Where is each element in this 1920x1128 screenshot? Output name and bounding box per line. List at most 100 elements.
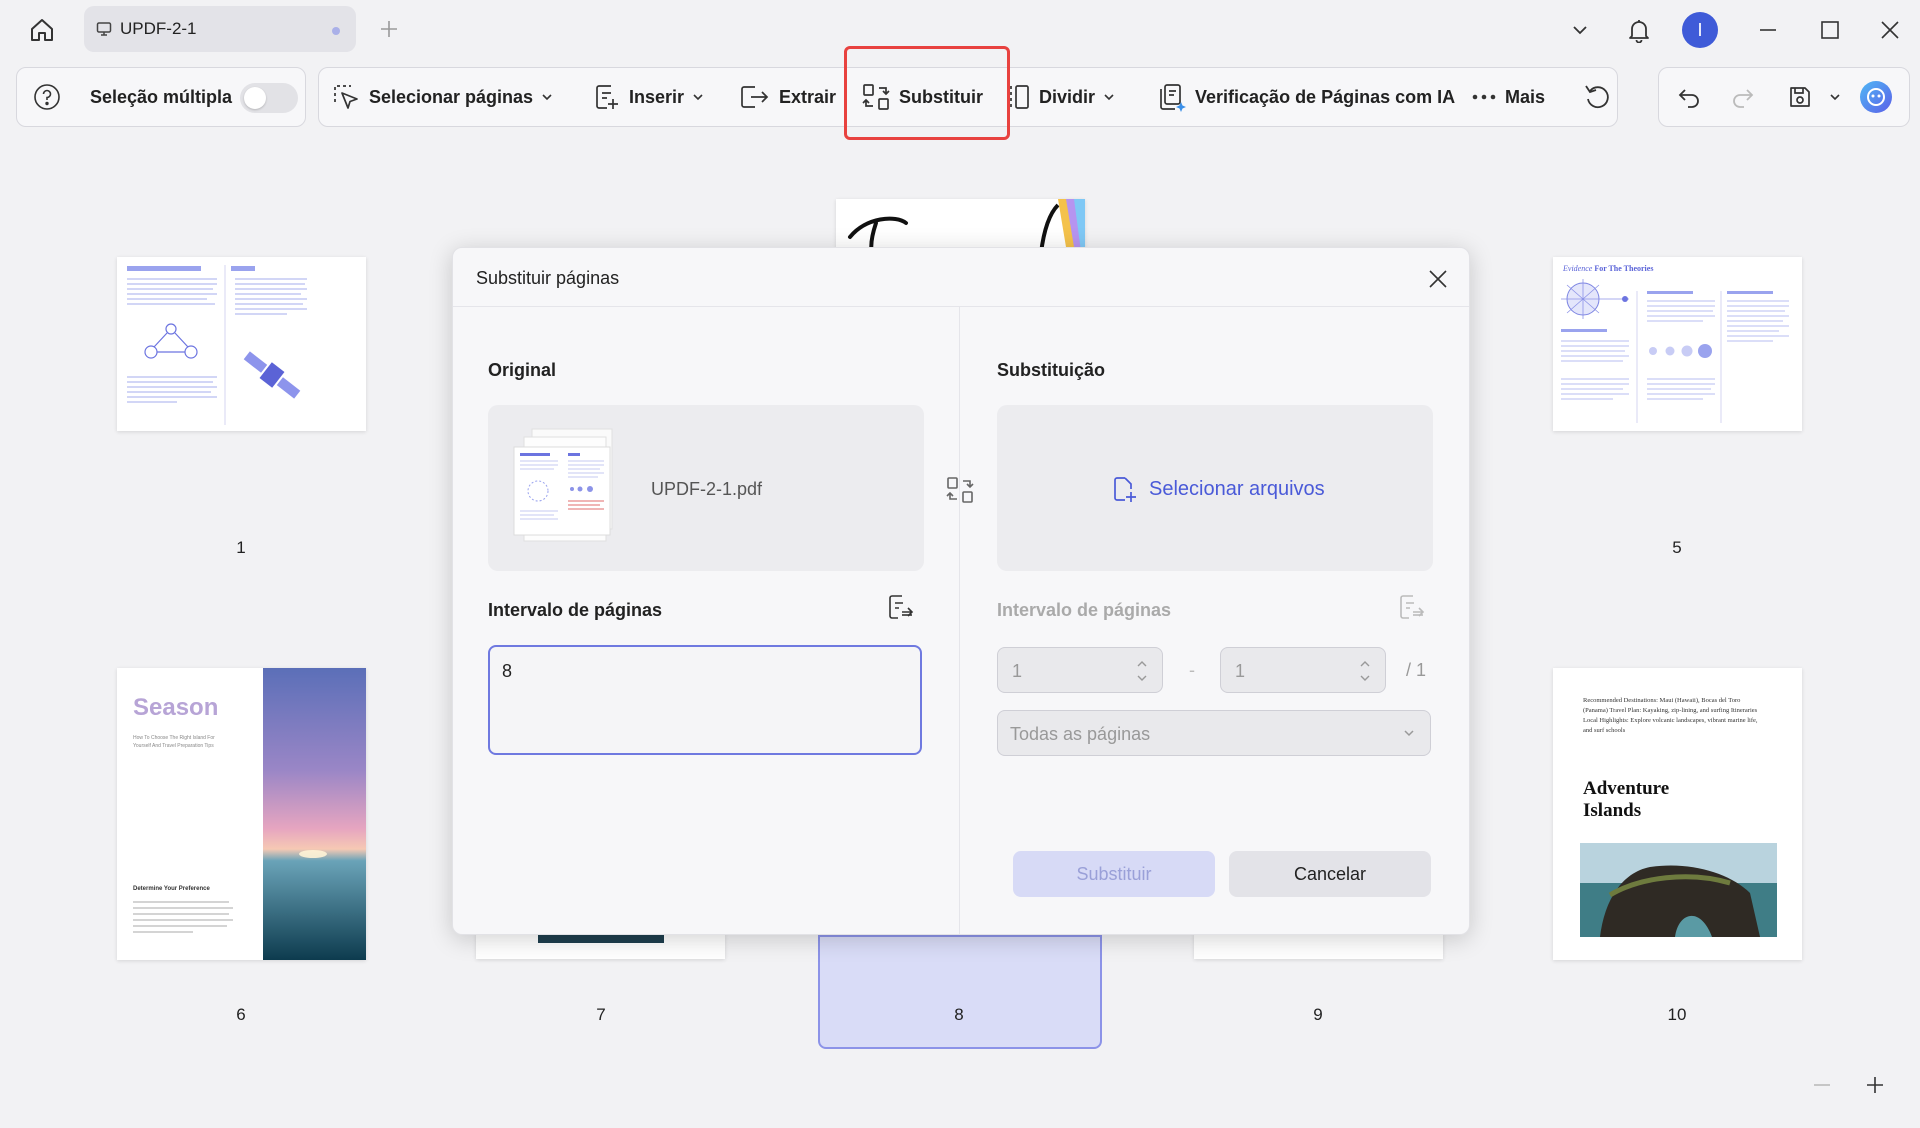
ai-page-check-label: Verificação de Páginas com IA [1195,86,1456,107]
new-tab-button[interactable] [374,14,404,44]
multi-select-toggle[interactable] [240,83,298,113]
plus-icon [1867,1077,1883,1093]
dialog-close-button[interactable] [1423,264,1453,294]
page-number-1: 1 [236,538,246,557]
page-6-title: Season [133,694,219,721]
page-10-intro: Recommended Destinations: Maui (Hawaii),… [1583,697,1758,734]
zoom-out-button[interactable] [1807,1070,1837,1100]
minimize-button[interactable] [1750,12,1786,48]
insert-button[interactable]: Inserir [593,68,712,126]
page-6-body-lines-image [133,901,233,933]
sunset-ocean-image [263,668,366,960]
page-range-input[interactable]: 8 [488,645,922,755]
home-button[interactable] [22,12,62,48]
page-6-section: Determine Your Preference [133,886,210,892]
rotate-button[interactable] [1583,68,1621,126]
replace-confirm-button[interactable]: Substituir [1013,851,1215,897]
page-number-5: 5 [1672,538,1682,557]
maximize-button[interactable] [1812,12,1848,48]
document-tab[interactable]: UPDF-2-1 [84,6,356,52]
page-subset-value: Todas as páginas [1010,724,1151,744]
range-from-stepper[interactable]: 1 [997,647,1163,693]
range-from-value: 1 [1012,661,1023,681]
chevron-down-icon [1830,94,1840,101]
undo-icon [1678,89,1699,108]
avatar[interactable]: I [1682,12,1718,48]
rotate-icon [1585,85,1609,109]
tab-label: UPDF-2-1 [120,19,197,38]
select-files-card[interactable]: Selecionar arquivos [997,405,1433,571]
split-icon [1010,85,1029,109]
page-thumbnail-8-selected[interactable] [818,935,1102,1049]
dialog-divider [453,306,1469,307]
close-icon [1429,270,1447,288]
page-number-6: 6 [236,1005,246,1024]
chevron-down-icon [693,94,703,101]
page-subset-select[interactable]: Todas as páginas [997,710,1431,756]
page-thumbnail-6[interactable]: Season How To Choose The Right Island Fo… [117,668,366,960]
stepper-arrows-icon [1137,661,1147,681]
page-10-title: Adventure Islands [1583,778,1670,821]
zoom-in-button[interactable] [1860,1070,1890,1100]
undo-button[interactable] [1677,68,1709,126]
page-thumbnail-10[interactable]: Recommended Destinations: Maui (Hawaii),… [1553,668,1802,960]
close-window-button[interactable] [1872,12,1908,48]
insert-page-icon [596,85,618,109]
dropdown-button[interactable] [1562,12,1598,48]
replacement-label: Substituição [997,360,1106,380]
more-button[interactable]: Mais [1471,68,1545,126]
save-button[interactable] [1787,68,1849,126]
replace-pages-dialog: Substituir páginas Original UPDF-2-1.pdf… [452,247,1470,935]
page-thumbnail-7[interactable] [476,933,725,959]
minimize-icon [1760,29,1776,31]
replace-highlight [844,46,1010,140]
notifications-button[interactable] [1621,12,1657,48]
page-thumbnail-1[interactable] [117,257,366,431]
maximize-icon [1821,21,1839,39]
swap-button[interactable] [945,475,975,505]
redo-icon [1733,89,1754,108]
original-file-name: UPDF-2-1.pdf [651,479,763,499]
chevron-down-icon [1404,730,1414,737]
dialog-column-divider [959,307,960,934]
cancel-button[interactable]: Cancelar [1229,851,1431,897]
history-group [1658,67,1910,127]
range-to-stepper[interactable]: 1 [1220,647,1386,693]
page-number-8: 8 [954,1005,964,1024]
page-range-options-button[interactable] [886,593,916,623]
page-thumbnail-9[interactable] [1194,933,1443,959]
minus-icon [1814,1084,1830,1086]
insert-label: Inserir [629,86,685,107]
page-range-options-disabled [1397,593,1427,623]
chevron-down-icon [1104,94,1114,101]
ai-assistant-button[interactable] [1859,68,1901,126]
dialog-title: Substituir páginas [476,268,620,288]
pdf-file-preview-image [513,428,613,542]
page-6-subtitle: How To Choose The Right Island For Yours… [133,735,215,749]
page-range-icon [889,595,914,619]
page-thumbnail-5[interactable]: Evidence For The Theories [1553,257,1802,431]
sea-arch-rock-image [1580,843,1777,937]
ai-page-check-icon [1160,84,1186,112]
ai-assistant-icon [1860,81,1892,113]
chevron-down-icon [542,94,552,101]
more-dots-icon [1472,94,1496,100]
cursor-select-icon [334,85,358,109]
split-label: Dividir [1039,86,1096,107]
save-icon [1790,87,1810,107]
redo-button[interactable] [1731,68,1763,126]
page-range-icon [1400,595,1425,619]
select-pages-button[interactable]: Selecionar páginas [331,68,561,126]
home-icon [31,19,53,41]
extract-button[interactable]: Extrair [739,68,836,126]
page-1-content-image [127,265,307,425]
more-label: Mais [1505,86,1546,107]
help-button[interactable] [33,68,69,126]
select-pages-label: Selecionar páginas [369,86,534,107]
bell-icon [1629,20,1649,43]
split-button[interactable]: Dividir [1007,68,1123,126]
unsaved-dot [332,27,340,35]
ai-page-check-button[interactable]: Verificação de Páginas com IA [1157,68,1455,126]
chevron-down-icon [1573,26,1587,35]
range-total: / 1 [1406,660,1427,680]
